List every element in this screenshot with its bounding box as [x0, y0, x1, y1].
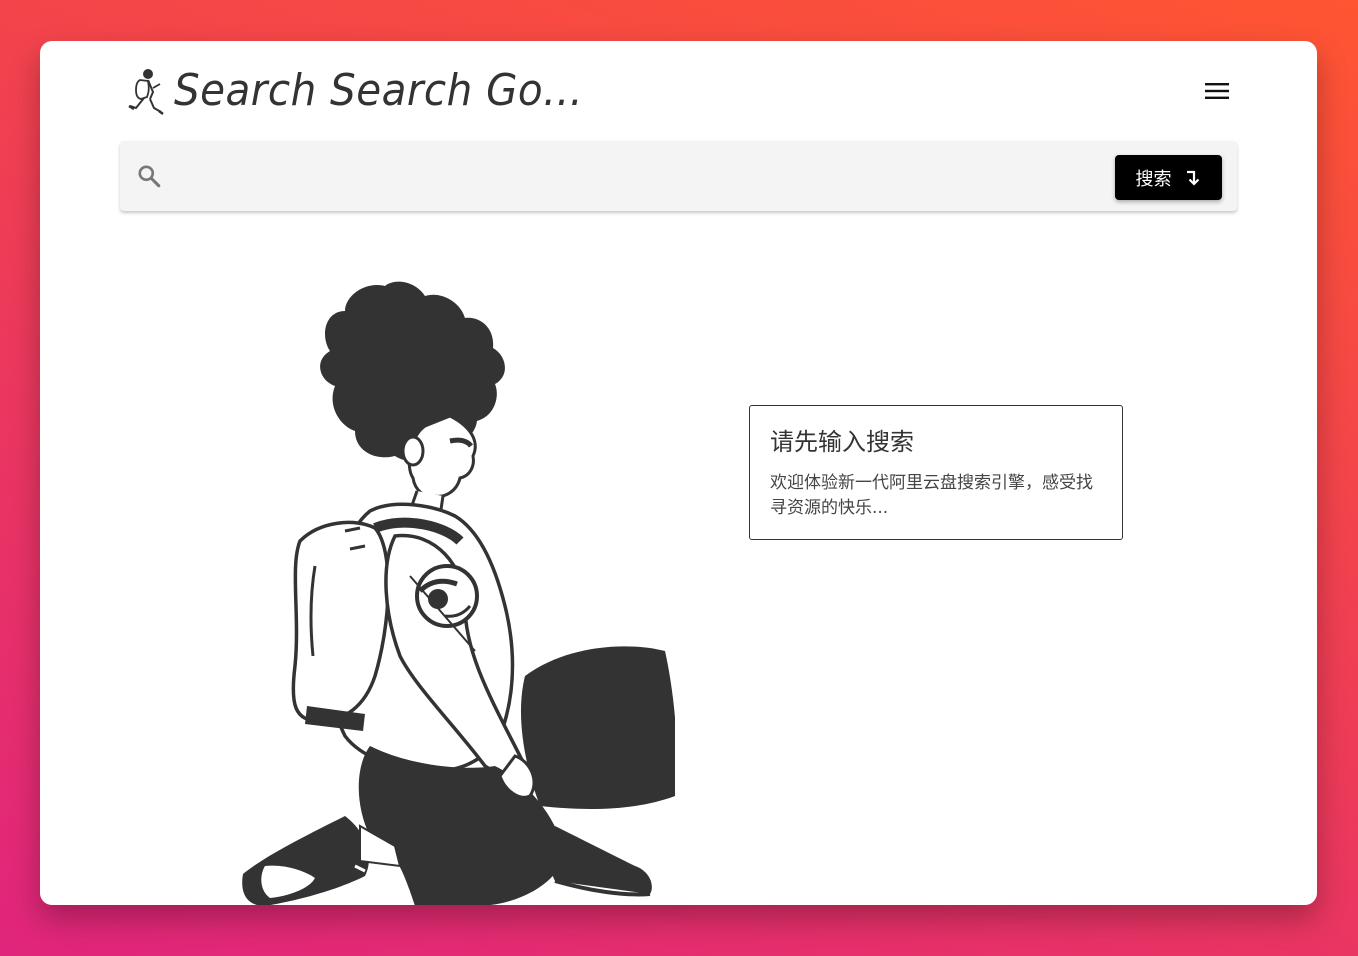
empty-state-description: 欢迎体验新一代阿里云盘搜索引擎，感受找寻资源的快乐...	[770, 473, 1093, 518]
search-input[interactable]	[178, 155, 1112, 199]
hamburger-menu-icon	[1205, 83, 1229, 99]
app-title: Search Search Go...	[174, 65, 584, 116]
running-hiker-logo-icon[interactable]	[126, 68, 166, 116]
search-button[interactable]: 搜索	[1115, 155, 1222, 200]
search-button-label: 搜索	[1135, 168, 1172, 190]
kneeling-person-with-backpack-illustration	[242, 281, 675, 905]
menu-button[interactable]	[1201, 75, 1233, 107]
search-bar: 搜索	[120, 141, 1237, 211]
app-header: Search Search Go...	[120, 63, 1237, 123]
empty-state-title: 请先输入搜索	[770, 428, 914, 456]
empty-state-card: 请先输入搜索 欢迎体验新一代阿里云盘搜索引擎，感受找寻资源的快乐...	[749, 405, 1123, 540]
search-icon	[138, 165, 161, 188]
return-arrow-icon	[1186, 170, 1199, 186]
app-window: Search Search Go... 搜索 请先输入搜索 欢迎体验新一代阿里云…	[40, 41, 1317, 905]
